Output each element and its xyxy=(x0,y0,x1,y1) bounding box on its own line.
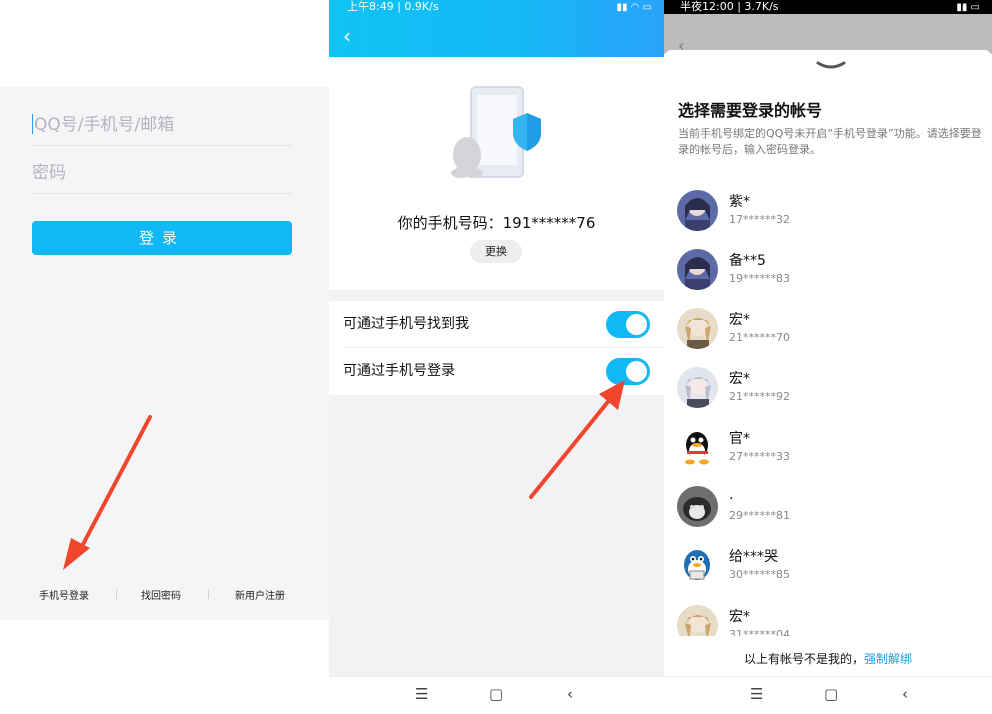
signal-battery-icon: ▮▮ ▭ xyxy=(956,2,980,13)
avatar xyxy=(677,486,718,527)
account-name: 宏* xyxy=(729,312,750,328)
account-phone: 21******92 xyxy=(729,390,790,403)
collapse-handle-icon[interactable] xyxy=(816,60,846,70)
sheet-title: 选择需要登录的帐号 xyxy=(678,101,823,120)
account-item[interactable]: . 29******81 xyxy=(677,486,977,536)
avatar xyxy=(677,190,718,231)
home-icon[interactable]: ▢ xyxy=(824,685,838,703)
account-phone: 29******81 xyxy=(729,509,790,522)
account-name: 宏* xyxy=(729,609,750,625)
account-item[interactable]: 官* 27******33 xyxy=(677,427,977,477)
avatar xyxy=(677,249,718,290)
annotation-arrow xyxy=(529,380,625,499)
sheet-description: 当前手机号绑定的QQ号未开启“手机号登录”功能。请选择要登录的帐号后，输入密码登… xyxy=(678,127,982,156)
avatar xyxy=(677,427,718,468)
login-screen: QQ号/手机号/邮箱 密码 登录 手机号登录 找回密码 新用户注册 xyxy=(0,0,329,714)
dimmed-background: ‹ xyxy=(664,14,992,55)
account-item[interactable]: 备**5 19******83 xyxy=(677,249,977,299)
account-phone: 30******85 xyxy=(729,568,790,581)
avatar xyxy=(677,545,718,586)
footer-text: 以上有帐号不是我的，强制解绑 xyxy=(664,650,992,667)
account-name: 官* xyxy=(729,431,750,447)
menu-icon[interactable]: ☰ xyxy=(750,685,763,703)
annotation-arrow xyxy=(63,415,152,570)
force-unbind-link[interactable]: 强制解绑 xyxy=(864,652,912,666)
status-bar: 半夜12:00 | 3.7K/s ▮▮ ▭ xyxy=(664,0,992,14)
back-icon[interactable]: ‹ xyxy=(902,685,908,703)
account-name: 备**5 xyxy=(729,253,766,269)
account-item[interactable]: 给***哭 30******85 xyxy=(677,545,977,595)
account-sheet: 选择需要登录的帐号 当前手机号绑定的QQ号未开启“手机号登录”功能。请选择要登录… xyxy=(664,50,992,696)
avatar xyxy=(677,367,718,408)
account-item[interactable]: 宏* 21******70 xyxy=(677,308,977,358)
account-phone: 27******33 xyxy=(729,450,790,463)
footer-message: 以上有帐号不是我的， xyxy=(743,652,864,666)
account-name: 紫* xyxy=(729,194,750,210)
status-text: 半夜12:00 | 3.7K/s xyxy=(680,0,779,13)
avatar xyxy=(677,308,718,349)
account-phone: 21******70 xyxy=(729,331,790,344)
account-picker-screen: 半夜12:00 | 3.7K/s ▮▮ ▭ ‹ 选择需要登录的帐号 当前手机号绑… xyxy=(664,0,992,714)
phone-settings-screen: 上午8:49 | 0.9K/s ▮▮ ◠ ▭ ‹ 你的手机号码：191*****… xyxy=(329,0,664,714)
account-phone: 19******83 xyxy=(729,272,790,285)
system-nav-bar: ☰ ▢ ‹ xyxy=(664,676,992,714)
account-name: 给***哭 xyxy=(729,549,778,565)
account-name: 宏* xyxy=(729,371,750,387)
account-phone: 17******32 xyxy=(729,213,790,226)
account-item[interactable]: 紫* 17******32 xyxy=(677,190,977,240)
account-name: . xyxy=(729,487,734,503)
account-item[interactable]: 宏* 21******92 xyxy=(677,367,977,417)
